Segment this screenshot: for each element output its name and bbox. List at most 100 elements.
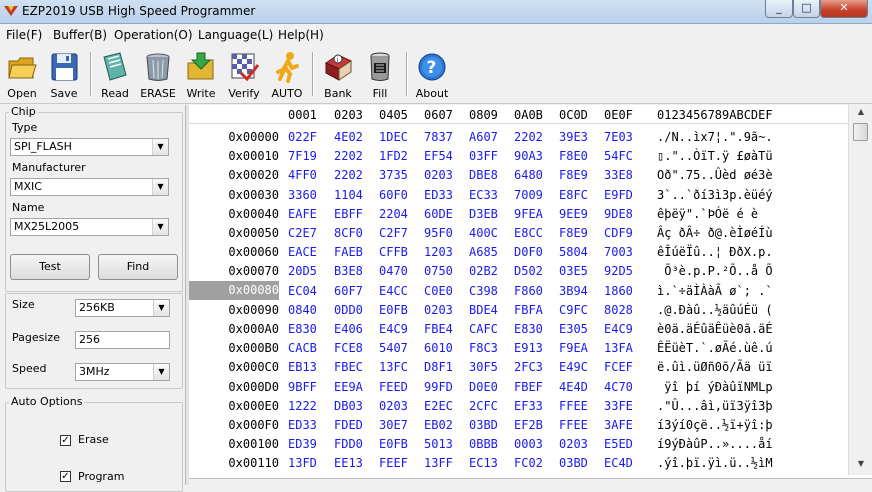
hex-ascii[interactable]: .@.Ðàû..½äûúÉü (: [657, 303, 773, 317]
hex-row[interactable]: 0x000A0 E830 E406 E4C9 FBE4 CAFC E830 E305 E4C9 è…: [189, 319, 855, 338]
hex-word[interactable]: 03FF: [469, 149, 498, 163]
hex-word[interactable]: D0E0: [469, 380, 498, 394]
hex-word[interactable]: B3E8: [334, 264, 363, 278]
hex-word[interactable]: E4CC: [379, 284, 408, 298]
hex-ascii[interactable]: ÊËüèT.`.øÃé.ùê.ú: [657, 341, 773, 355]
maximize-button[interactable]: □: [793, 0, 820, 18]
hex-word[interactable]: 54FC: [604, 149, 633, 163]
hex-word[interactable]: EC33: [469, 188, 498, 202]
hex-word[interactable]: 02B2: [469, 264, 498, 278]
hex-row[interactable]: 0x00010 7F19 2202 1FD2 EF54 03FF 90A3 F8E0 54FC ▯…: [189, 146, 855, 165]
hex-word[interactable]: 6010: [424, 341, 453, 355]
hex-word[interactable]: 1860: [604, 284, 633, 298]
hex-word[interactable]: 8CF0: [334, 226, 363, 240]
pagesize-field[interactable]: 256: [75, 331, 170, 349]
hex-word[interactable]: 60F0: [379, 188, 408, 202]
hex-word[interactable]: 3735: [379, 168, 408, 182]
hex-word[interactable]: E8FC: [559, 188, 588, 202]
hex-word[interactable]: E830: [514, 322, 543, 336]
hex-word[interactable]: 5407: [379, 341, 408, 355]
hex-word[interactable]: 9FEA: [514, 207, 543, 221]
hex-word[interactable]: E913: [514, 341, 543, 355]
hex-word[interactable]: 92D5: [604, 264, 633, 278]
hex-word[interactable]: 0470: [379, 264, 408, 278]
hex-editor[interactable]: 0001 0203 0405 0607 0809 0A0B 0C0D 0E0F …: [189, 105, 872, 485]
hex-word[interactable]: FC02: [514, 456, 543, 470]
hex-word[interactable]: 2204: [379, 207, 408, 221]
hex-word[interactable]: 9DE8: [604, 207, 633, 221]
hex-ascii[interactable]: êÎúëÏû..¦ ÐðX.p.: [657, 245, 773, 259]
hex-word[interactable]: CACB: [288, 341, 317, 355]
manufacturer-select[interactable]: MXIC ▼: [10, 178, 169, 196]
menu-help[interactable]: Help(H): [278, 28, 324, 42]
hex-word[interactable]: FFEE: [559, 399, 588, 413]
bank-button[interactable]: i Bank: [318, 49, 358, 101]
hex-row[interactable]: 0x00040 EAFE EBFF 2204 60DE D3EB 9FEA 9EE9 9DE8 ê…: [189, 204, 855, 223]
test-button[interactable]: Test: [10, 254, 90, 280]
hex-word[interactable]: FBE4: [424, 322, 453, 336]
hex-word[interactable]: F8C3: [469, 341, 498, 355]
hex-word[interactable]: 13FF: [424, 456, 453, 470]
hex-row[interactable]: 0x00080 EC04 60F7 E4CC C0E0 C398 F860 3B94 1860 ì…: [189, 280, 855, 300]
hex-word[interactable]: 1222: [288, 399, 317, 413]
hex-word[interactable]: EACE: [288, 245, 317, 259]
hex-word[interactable]: FAEB: [334, 245, 363, 259]
hex-word[interactable]: EB02: [424, 418, 453, 432]
hex-word[interactable]: 2202: [514, 130, 543, 144]
hex-word[interactable]: D0F0: [514, 245, 543, 259]
hex-ascii[interactable]: ë.ûì.üØñ0õ/Ãä üï: [657, 360, 773, 374]
hex-word[interactable]: 99FD: [424, 380, 453, 394]
speed-select[interactable]: 3MHz ▼: [75, 363, 170, 381]
hex-row[interactable]: 0x00050 C2E7 8CF0 C2F7 95F0 400C E8CC F8E9 CDF9 Â…: [189, 223, 855, 242]
hex-word[interactable]: BDE4: [469, 303, 498, 317]
hex-word[interactable]: EC13: [469, 456, 498, 470]
hex-word[interactable]: E9FD: [604, 188, 633, 202]
hex-row[interactable]: 0x00030 3360 1104 60F0 ED33 EC33 7009 E8FC E9FD 3…: [189, 185, 855, 204]
type-select[interactable]: SPI_FLASH ▼: [10, 138, 169, 156]
erase-button[interactable]: ERASE: [138, 49, 178, 101]
hex-row[interactable]: 0x000B0 CACB FCE8 5407 6010 F8C3 E913 F9EA 13FA Ê…: [189, 338, 855, 357]
hex-word[interactable]: 03BD: [559, 456, 588, 470]
hex-word[interactable]: 4E4D: [559, 380, 588, 394]
hex-word[interactable]: 4C70: [604, 380, 633, 394]
hex-word[interactable]: D8F1: [424, 360, 453, 374]
hex-word[interactable]: F8E9: [559, 168, 588, 182]
hex-word[interactable]: 3AFE: [604, 418, 633, 432]
menu-buffer[interactable]: Buffer(B): [53, 28, 107, 42]
hex-word[interactable]: D502: [514, 264, 543, 278]
hex-row[interactable]: 0x000C0 EB13 FBEC 13FC D8F1 30F5 2FC3 E49C FCEF ë…: [189, 357, 855, 376]
hex-word[interactable]: 95F0: [424, 226, 453, 240]
hex-word[interactable]: D3EB: [469, 207, 498, 221]
hex-ascii[interactable]: ▯."..ÒïT.ÿ £øàTü: [657, 149, 773, 163]
hex-word[interactable]: 4FF0: [288, 168, 317, 182]
read-button[interactable]: Read: [95, 49, 135, 101]
hex-ascii[interactable]: .ýî.þï.ÿì.ü..½ìM: [657, 456, 773, 470]
hex-word[interactable]: EE9A: [334, 380, 363, 394]
hex-word[interactable]: ED33: [424, 188, 453, 202]
hex-word[interactable]: EF54: [424, 149, 453, 163]
hex-word[interactable]: F8E9: [559, 226, 588, 240]
hex-word[interactable]: 400C: [469, 226, 498, 240]
hex-ascii[interactable]: è0ä.äÉûäÊüè0ã.äÉ: [657, 322, 773, 336]
hex-ascii[interactable]: Âç ðÂ÷ ð@.èÌøéÍù: [657, 226, 773, 240]
hex-word[interactable]: E0FB: [379, 437, 408, 451]
hex-word[interactable]: EC04: [288, 284, 317, 298]
hex-word[interactable]: 9EE9: [559, 207, 588, 221]
hex-word[interactable]: 5013: [424, 437, 453, 451]
hex-ascii[interactable]: Oð".75..Ûèd øé3è: [657, 168, 773, 182]
about-button[interactable]: ? About: [412, 49, 452, 101]
hex-word[interactable]: 03BD: [469, 418, 498, 432]
hex-word[interactable]: 13FA: [604, 341, 633, 355]
hex-word[interactable]: F860: [514, 284, 543, 298]
chip-name-select[interactable]: MX25L2005 ▼: [10, 218, 169, 236]
hex-word[interactable]: 0DD0: [334, 303, 363, 317]
fill-button[interactable]: Fill: [360, 49, 400, 101]
hex-word[interactable]: EF2B: [514, 418, 543, 432]
hex-word[interactable]: FDD0: [334, 437, 363, 451]
hex-word[interactable]: ED33: [288, 418, 317, 432]
hex-word[interactable]: E0FB: [379, 303, 408, 317]
hex-word[interactable]: EC4D: [604, 456, 633, 470]
hex-word[interactable]: FBEF: [514, 380, 543, 394]
hex-word[interactable]: 7003: [604, 245, 633, 259]
hex-word[interactable]: E4C9: [604, 322, 633, 336]
